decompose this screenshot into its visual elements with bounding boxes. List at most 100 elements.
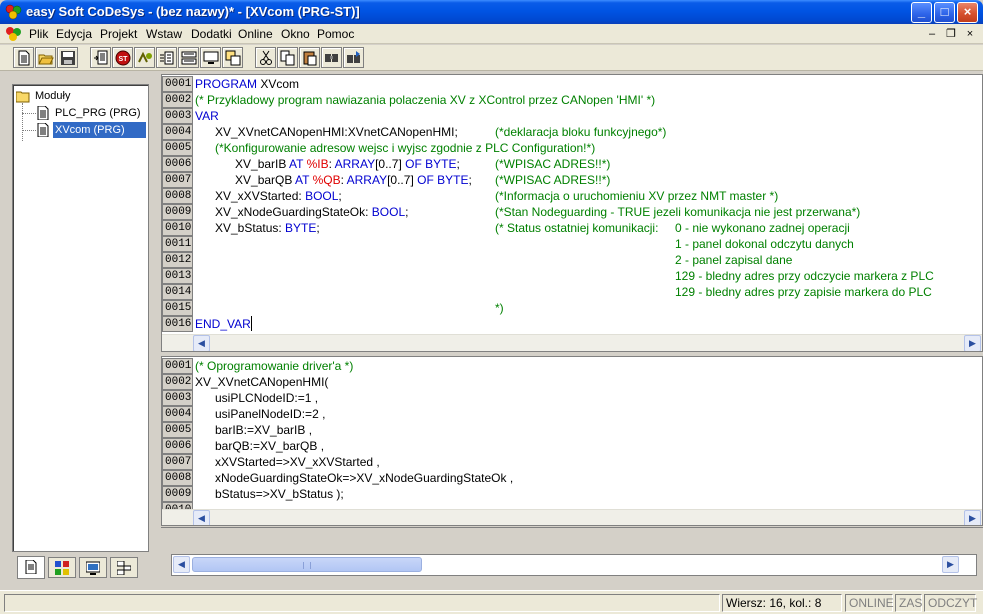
step-button[interactable]	[178, 47, 199, 68]
menu-online[interactable]: Online	[236, 26, 275, 42]
menu-dodatki[interactable]: Dodatki	[189, 26, 234, 42]
code-token: xNodeGuardingStateOk=>XV_xNodeGuardingSt…	[195, 471, 514, 485]
title-bar[interactable]: easy Soft CoDeSys - (bez nazwy)* - [XVco…	[0, 0, 983, 24]
code-line[interactable]: PROGRAM XVcom	[195, 76, 299, 92]
line-number: 0001	[162, 76, 193, 92]
scroll-left-arrow[interactable]: ◀	[193, 510, 210, 525]
replace-button[interactable]	[343, 47, 364, 68]
code-line[interactable]: XV_barIB AT %IB: ARRAY[0..7] OF BYTE;	[195, 156, 460, 172]
login-button[interactable]	[134, 47, 155, 68]
pou-tree[interactable]: Moduły PLC_PRG (PRG) XVcom (PRG)	[12, 84, 149, 552]
object-organizer: Moduły PLC_PRG (PRG) XVcom (PRG)	[0, 72, 160, 590]
code-line[interactable]: (*Konfigurowanie adresow wejsc i wyjsc z…	[195, 140, 595, 156]
status-message-pane	[4, 594, 720, 612]
build-button[interactable]	[90, 47, 111, 68]
code-line[interactable]: usiPLCNodeID:=1 ,	[195, 390, 318, 406]
status-code-comment: 2 - panel zapisal dane	[675, 253, 793, 267]
scroll-right-arrow[interactable]: ▶	[964, 510, 981, 525]
code-line[interactable]: xNodeGuardingStateOk=>XV_xNodeGuardingSt…	[195, 470, 513, 486]
scroll-right-arrow[interactable]: ▶	[964, 335, 981, 351]
code-line[interactable]: END_VAR	[195, 316, 251, 332]
code-line[interactable]: VAR	[195, 108, 219, 124]
code-line[interactable]: XV_XVnetCANopenHMI(	[195, 374, 328, 390]
mdi-minimize-button[interactable]: –	[924, 27, 940, 41]
code-token: ARRAY	[346, 173, 388, 187]
code-line[interactable]: barQB:=XV_barQB ,	[195, 438, 324, 454]
menu-edycja[interactable]: Edycja	[54, 26, 94, 42]
code-line[interactable]: (* Oprogramowanie driver'a *)	[195, 358, 353, 374]
resources-tab[interactable]	[110, 557, 138, 578]
watch-button[interactable]	[222, 47, 243, 68]
code-line[interactable]: XV_barQB AT %QB: ARRAY[0..7] OF BYTE;	[195, 172, 472, 188]
code-line[interactable]: XV_bStatus: BYTE;	[195, 220, 320, 236]
code-token: ARRAY	[334, 157, 376, 171]
code-token: (*Konfigurowanie adresow wejsc i wyjsc z…	[195, 141, 596, 155]
code-line[interactable]: (* Przykladowy program nawiazania polacz…	[195, 92, 655, 108]
cut-button[interactable]	[255, 47, 276, 68]
declaration-editor[interactable]: 0001 0002 0003 0004 0005 0006 0007 0008 0009 0010…	[161, 74, 983, 352]
code-token: [0..7]	[375, 157, 406, 171]
code-line[interactable]: xXVStarted=>XV_xXVStarted ,	[195, 454, 380, 470]
window-hscrollbar[interactable]: ◀ ▶	[171, 554, 977, 576]
visualization-icon	[86, 561, 100, 575]
mdi-close-button[interactable]: ×	[962, 27, 978, 41]
menu-projekt[interactable]: Projekt	[98, 26, 139, 42]
mdi-restore-button[interactable]: ❐	[943, 27, 959, 41]
copy-button[interactable]	[277, 47, 298, 68]
menu-plik[interactable]: Plik	[27, 26, 50, 42]
paste-button[interactable]	[299, 47, 320, 68]
run-button[interactable]	[156, 47, 177, 68]
line-number: 0002	[162, 374, 193, 390]
status-bar: Wiersz: 16, kol.: 8 ONLINE ZAS ODCZYT	[0, 590, 983, 614]
body-hscrollbar[interactable]: ◀ ▶	[162, 509, 982, 525]
code-token: XV_XVnetCANopenHMI:XVnetCANopenHMI;	[195, 125, 458, 139]
line-number: 0008	[162, 470, 193, 486]
toolbar: ST	[0, 45, 983, 71]
scroll-thumb[interactable]	[192, 557, 422, 572]
line-number: 0009	[162, 204, 193, 220]
document-system-menu-icon[interactable]	[5, 26, 22, 42]
menu-pomoc[interactable]: Pomoc	[315, 26, 356, 42]
save-button[interactable]	[57, 47, 78, 68]
tree-item-plc-prg[interactable]: PLC_PRG (PRG)	[36, 105, 146, 121]
line-number: 0001	[162, 358, 193, 374]
cut-icon	[260, 50, 272, 65]
code-token: XV_barQB	[195, 173, 296, 187]
monitor-button[interactable]	[200, 47, 221, 68]
line-number: 0007	[162, 454, 193, 470]
datatypes-tab[interactable]	[48, 557, 76, 578]
scroll-left-arrow[interactable]: ◀	[173, 556, 190, 573]
codesys-app-icon[interactable]	[5, 4, 22, 20]
minimize-button[interactable]: _	[911, 2, 932, 23]
code-line[interactable]: XV_XVnetCANopenHMI:XVnetCANopenHMI;	[195, 124, 458, 140]
code-token: usiPLCNodeID:=1 ,	[195, 391, 319, 405]
scroll-right-arrow[interactable]: ▶	[942, 556, 959, 573]
tree-item-xvcom[interactable]: XVcom (PRG)	[36, 122, 146, 138]
tree-root[interactable]: Moduły	[16, 88, 146, 104]
code-line[interactable]: bStatus=>XV_bStatus );	[195, 486, 344, 502]
line-number: 0004	[162, 124, 193, 140]
code-line[interactable]: barIB:=XV_barIB ,	[195, 422, 312, 438]
menu-wstaw[interactable]: Wstaw	[144, 26, 184, 42]
body-editor[interactable]: 0001000200030004000500060007000800090010…	[161, 356, 983, 526]
code-token: ;	[316, 221, 320, 235]
line-number: 0002	[162, 92, 193, 108]
declaration-hscrollbar[interactable]: ◀ ▶	[162, 334, 982, 351]
maximize-button[interactable]: □	[934, 2, 955, 23]
stop-button[interactable]: ST	[112, 47, 133, 68]
menu-okno[interactable]: Okno	[279, 26, 312, 42]
visualizations-tab[interactable]	[79, 557, 107, 578]
pous-tab[interactable]	[17, 556, 45, 579]
code-line[interactable]: XV_xXVStarted: BOOL;	[195, 188, 342, 204]
code-line[interactable]: XV_xNodeGuardingStateOk: BOOL;	[195, 204, 408, 220]
scroll-left-arrow[interactable]: ◀	[193, 335, 210, 351]
open-button[interactable]	[35, 47, 56, 68]
line-number: 0015	[162, 300, 193, 316]
tree-connector	[22, 103, 23, 141]
folder-icon	[16, 91, 30, 103]
close-button[interactable]: ×	[957, 2, 978, 23]
code-token: BOOL	[305, 189, 339, 203]
new-button[interactable]	[13, 47, 34, 68]
find-button[interactable]	[321, 47, 342, 68]
code-line[interactable]: usiPanelNodeID:=2 ,	[195, 406, 325, 422]
